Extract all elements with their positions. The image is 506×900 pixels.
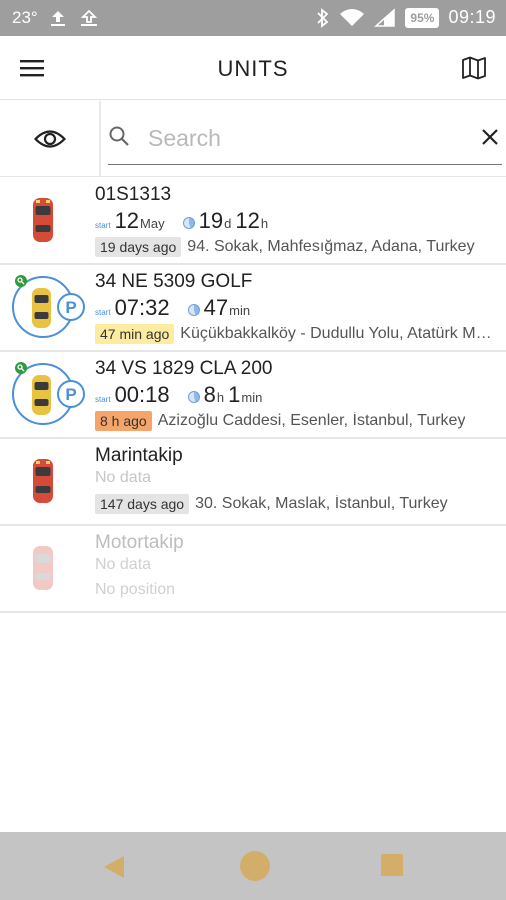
unit-icon-cell: P bbox=[0, 265, 88, 350]
unit-row[interactable]: Marintakip No data 147 days ago 30. Soka… bbox=[0, 439, 506, 526]
clock-text: 09:19 bbox=[448, 7, 496, 27]
no-data-text: No data bbox=[95, 469, 152, 486]
start-tag: start bbox=[95, 395, 111, 404]
unit-trip-line: No data bbox=[95, 556, 500, 580]
unit-trip-line: No data bbox=[95, 469, 500, 493]
search-input[interactable] bbox=[148, 121, 458, 155]
no-data-text: No data bbox=[95, 556, 152, 573]
unit-row[interactable]: 01S1313 start 12 May 19 d 12 h 19 days a… bbox=[0, 178, 506, 265]
recent-square-icon[interactable] bbox=[381, 854, 403, 876]
unit-trip-line: start 12 May 19 d 12 h bbox=[95, 208, 500, 236]
duration-value-2: 1 bbox=[228, 382, 241, 407]
search-box bbox=[108, 115, 502, 165]
unit-name: Motortakip bbox=[95, 532, 184, 553]
start-unit: May bbox=[140, 216, 165, 231]
duration-unit: min bbox=[229, 303, 251, 318]
eye-icon bbox=[33, 130, 66, 148]
no-position-text: No position bbox=[95, 581, 176, 598]
unit-row[interactable]: Motortakip No data No position bbox=[0, 526, 506, 613]
unit-row[interactable]: P 34 VS 1829 CLA 200 start 00:18 8 h 1 m… bbox=[0, 352, 506, 439]
unit-icon-cell bbox=[0, 526, 88, 611]
unit-location-line: 147 days ago 30. Sokak, Maslak, İstanbul… bbox=[95, 494, 500, 514]
svg-text:P: P bbox=[65, 385, 76, 404]
signal-icon bbox=[374, 7, 396, 27]
back-triangle-icon[interactable] bbox=[102, 854, 126, 880]
age-badge: 8 h ago bbox=[95, 411, 152, 431]
duration-unit: d bbox=[224, 216, 232, 231]
unit-location-line: 8 h ago Azizoğlu Caddesi, Esenler, İstan… bbox=[95, 411, 500, 431]
parked-yellow-car-icon: P bbox=[12, 362, 85, 425]
upload-outline-icon bbox=[80, 9, 97, 26]
start-tag: start bbox=[95, 221, 111, 230]
system-nav-bar bbox=[0, 832, 506, 900]
unit-location-line: No position bbox=[95, 581, 500, 599]
unit-name: 34 VS 1829 CLA 200 bbox=[95, 358, 273, 379]
pale-car-icon bbox=[33, 546, 53, 590]
upload-icon bbox=[50, 11, 65, 26]
status-right: 95% 09:19 bbox=[316, 7, 496, 28]
duration-icon bbox=[187, 304, 200, 316]
search-row bbox=[0, 101, 506, 177]
unit-trip-line: start 07:32 47 min bbox=[95, 295, 500, 323]
unit-name: Marintakip bbox=[95, 445, 183, 466]
parked-yellow-car-icon: P bbox=[12, 275, 85, 338]
map-icon bbox=[462, 56, 486, 80]
address-text: 94. Sokak, Mahfesığmaz, Adana, Turkey bbox=[187, 238, 475, 255]
visibility-toggle-button[interactable] bbox=[0, 101, 101, 177]
age-badge: 47 min ago bbox=[95, 324, 175, 344]
address-text: Küçükbakkalköy - Dudullu Yolu, Atatürk M… bbox=[180, 325, 500, 342]
duration-value: 8 bbox=[203, 382, 216, 407]
unit-icon-cell: P bbox=[0, 352, 88, 437]
start-value: 12 bbox=[114, 208, 140, 233]
duration-icon bbox=[182, 217, 195, 229]
bluetooth-icon bbox=[317, 7, 329, 28]
unit-name: 34 NE 5309 GOLF bbox=[95, 271, 253, 292]
red-car-icon bbox=[33, 198, 53, 242]
duration-unit-2: h bbox=[260, 216, 269, 231]
temperature-text: 23° bbox=[12, 8, 38, 27]
battery-indicator: 95% bbox=[405, 7, 440, 28]
start-value: 00:18 bbox=[114, 382, 170, 407]
unit-name: 01S1313 bbox=[95, 184, 172, 205]
unit-row[interactable]: P 34 NE 5309 GOLF start 07:32 47 min 47 … bbox=[0, 265, 506, 352]
status-left: 23° bbox=[12, 8, 100, 28]
duration-unit: h bbox=[216, 390, 225, 405]
map-button[interactable] bbox=[456, 52, 492, 84]
unit-location-line: 19 days ago 94. Sokak, Mahfesığmaz, Adan… bbox=[95, 237, 500, 257]
close-icon[interactable] bbox=[480, 127, 500, 147]
duration-icon bbox=[187, 391, 200, 403]
wifi-icon bbox=[340, 8, 365, 26]
home-circle-icon[interactable] bbox=[240, 851, 270, 881]
duration-unit-2: min bbox=[241, 390, 263, 405]
unit-icon-cell bbox=[0, 178, 88, 263]
start-value: 07:32 bbox=[114, 295, 170, 320]
unit-icon-cell bbox=[0, 439, 88, 524]
address-text: Azizoğlu Caddesi, Esenler, İstanbul, Tur… bbox=[157, 412, 466, 429]
unit-trip-line: start 00:18 8 h 1 min bbox=[95, 382, 500, 410]
unit-list: 01S1313 start 12 May 19 d 12 h 19 days a… bbox=[0, 178, 506, 613]
red-car-icon bbox=[33, 459, 53, 503]
age-badge: 147 days ago bbox=[95, 494, 190, 514]
address-text: 30. Sokak, Maslak, İstanbul, Turkey bbox=[195, 495, 448, 512]
duration-value: 47 bbox=[203, 295, 229, 320]
unit-location-line: 47 min ago Küçükbakkalköy - Dudullu Yolu… bbox=[95, 324, 500, 344]
status-bar: 23° 95% 09:19 bbox=[0, 0, 506, 36]
page-title: UNITS bbox=[217, 56, 289, 81]
duration-value-2: 12 bbox=[235, 208, 260, 233]
start-tag: start bbox=[95, 308, 111, 317]
age-badge: 19 days ago bbox=[95, 237, 182, 257]
duration-value: 19 bbox=[198, 208, 224, 233]
app-bar: UNITS bbox=[0, 36, 506, 100]
search-icon bbox=[109, 126, 129, 146]
svg-text:P: P bbox=[65, 298, 76, 317]
